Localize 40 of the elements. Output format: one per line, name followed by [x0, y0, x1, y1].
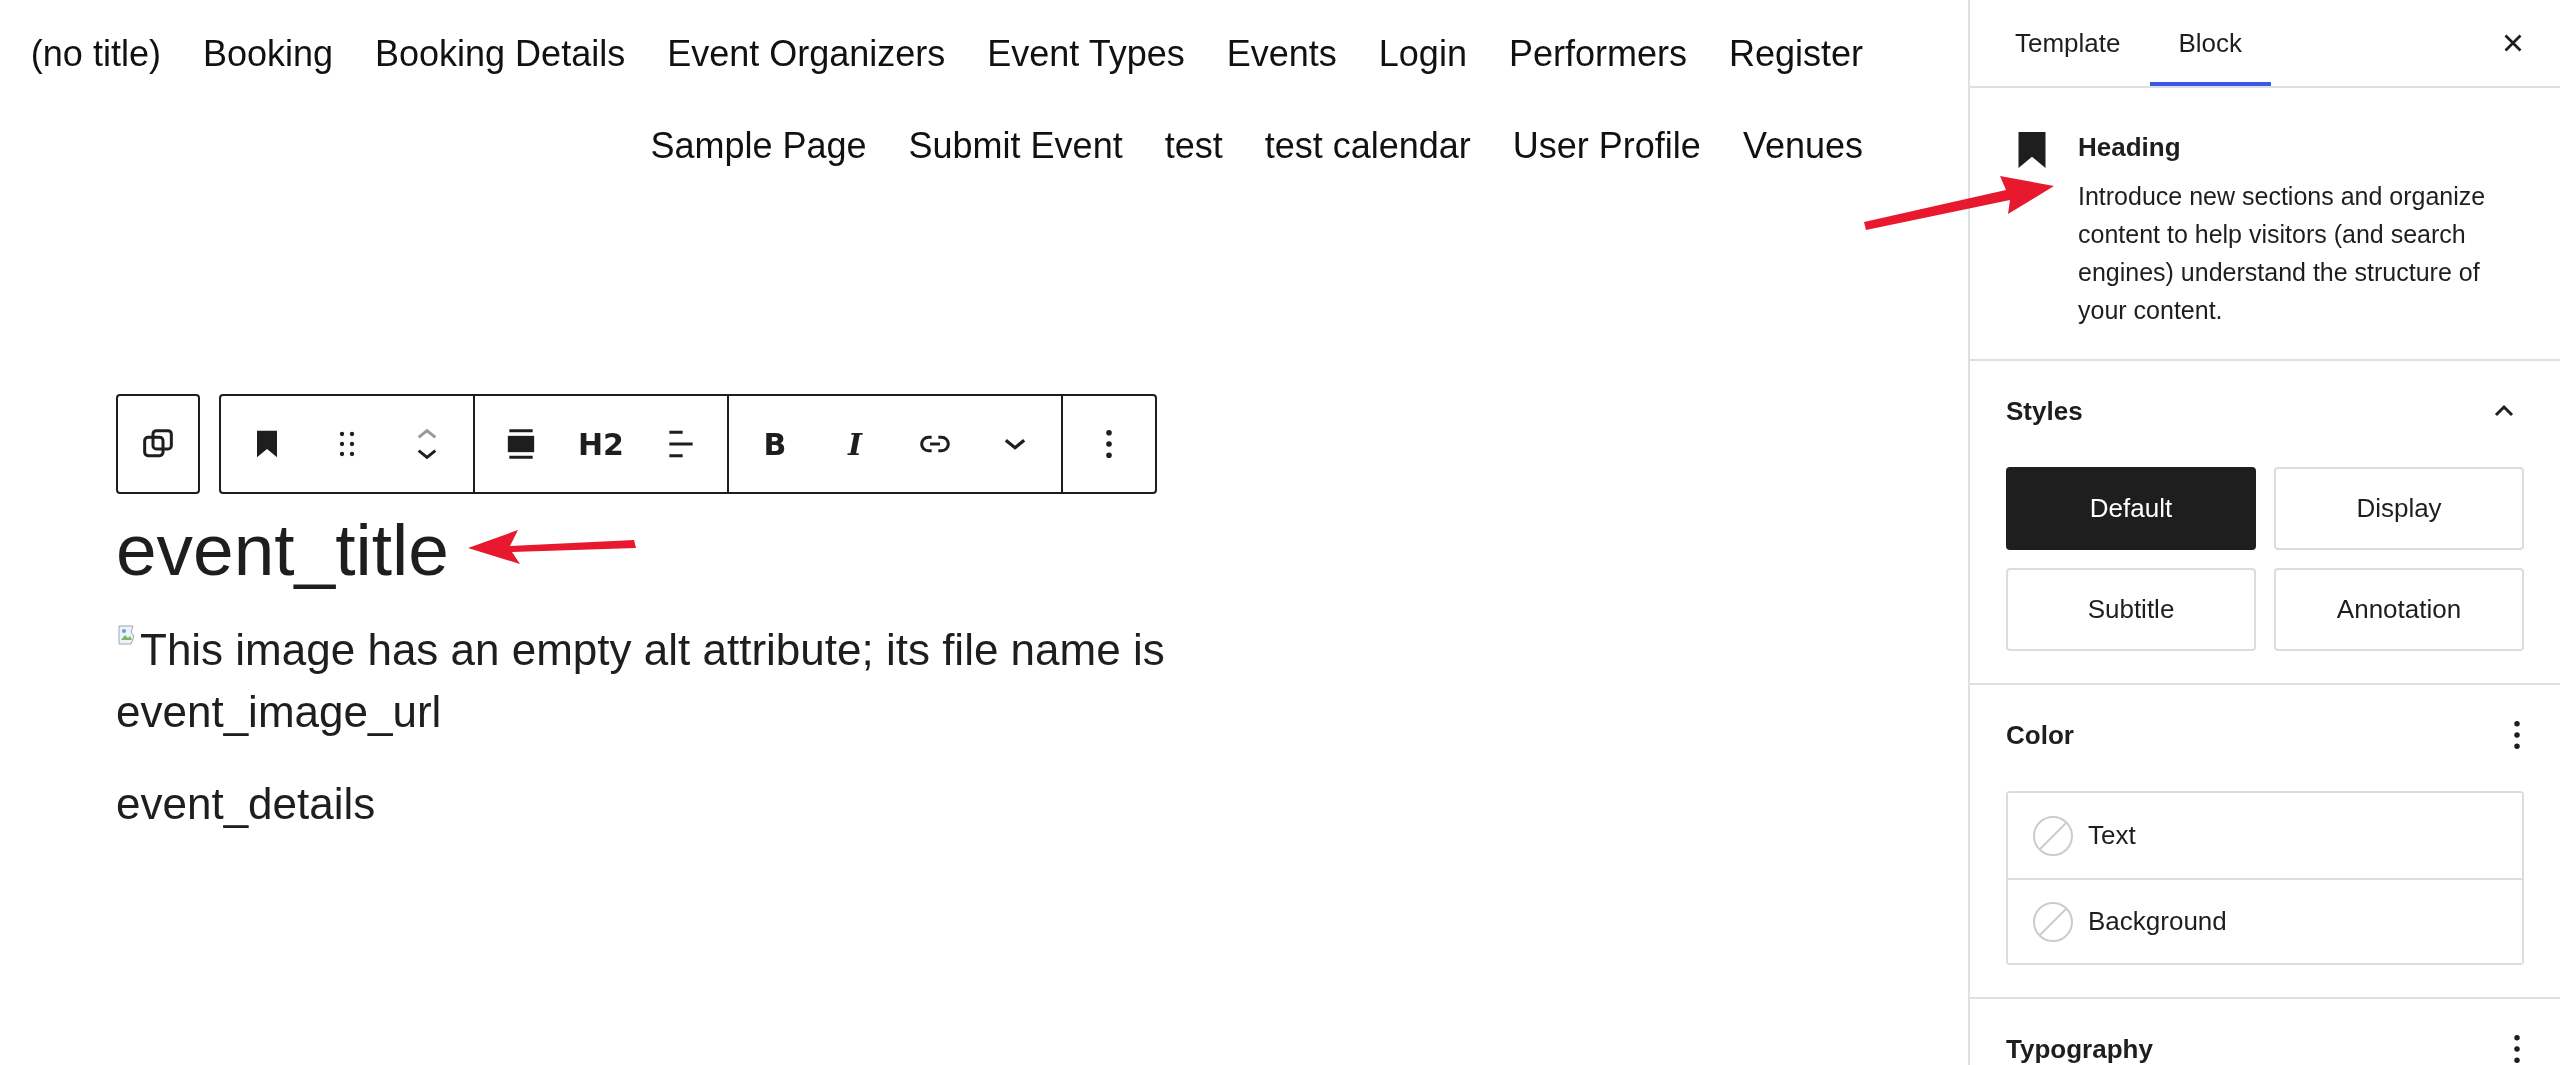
sidebar-tab[interactable]: Block	[2149, 0, 2272, 86]
style-option[interactable]: Annotation	[2274, 568, 2524, 651]
chevron-down-icon	[1004, 437, 1026, 451]
nav-link[interactable]: User Profile	[1512, 125, 1701, 167]
nav-link[interactable]: (no title)	[30, 33, 161, 75]
style-option[interactable]: Display	[2274, 467, 2524, 550]
paragraph-text: event_details	[116, 779, 376, 829]
nav-link[interactable]: Booking Details	[375, 33, 626, 75]
nav-link[interactable]: Venues	[1742, 125, 1863, 167]
style-option[interactable]: Default	[2006, 467, 2256, 550]
nav-link[interactable]: Sample Page	[650, 125, 867, 167]
nav-link[interactable]: Submit Event	[908, 125, 1123, 167]
nav-link[interactable]: Events	[1226, 33, 1337, 75]
kebab-icon	[2514, 1035, 2520, 1063]
block-description: Introduce new sections and organize content to help visitors (and search engines) understand the structure of your content.	[2078, 181, 2487, 326]
image-alt-text: This image has an empty alt attribute; its file name is event_image_url	[116, 622, 1166, 738]
kebab-icon	[2514, 721, 2520, 749]
nav-link[interactable]: test	[1164, 125, 1223, 167]
nav-link[interactable]: Booking	[202, 33, 333, 75]
color-setting[interactable]: Background	[2008, 878, 2522, 963]
kebab-icon	[1106, 430, 1112, 458]
sidebar-tab[interactable]: Template	[1986, 0, 2150, 86]
nav-link[interactable]: test calendar	[1264, 125, 1471, 167]
no-color-swatch-icon	[2032, 900, 2074, 943]
nav-link[interactable]: Event Types	[987, 33, 1185, 75]
nav-link[interactable]: Register	[1728, 33, 1863, 75]
heading-level-button[interactable]: H2	[561, 396, 641, 492]
nav-link[interactable]: Performers	[1508, 33, 1687, 75]
heading-text: event_title	[116, 508, 449, 591]
panel-title: Color	[2006, 719, 2074, 751]
nav-link[interactable]: Event Organizers	[667, 33, 946, 75]
panel-title: Typography	[2006, 1033, 2153, 1065]
bookmark-icon	[2018, 132, 2046, 168]
italic-button[interactable]: I	[815, 396, 895, 492]
no-color-swatch-icon	[2032, 814, 2074, 857]
panel-title: Styles	[2006, 395, 2083, 427]
style-option[interactable]: Subtitle	[2006, 568, 2256, 651]
block-title: Heading	[2078, 132, 2182, 163]
nav-link[interactable]: Login	[1378, 33, 1467, 75]
bold-button[interactable]: B	[735, 396, 815, 492]
